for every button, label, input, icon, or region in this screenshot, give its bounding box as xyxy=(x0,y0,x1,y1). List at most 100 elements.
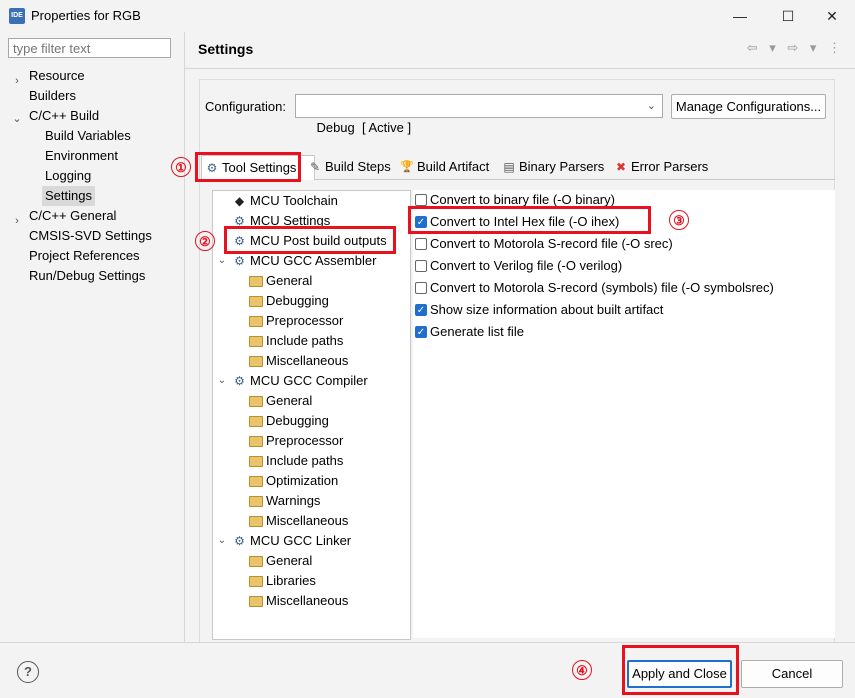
tree-item-label: Miscellaneous xyxy=(266,513,349,528)
option-generate-list-file[interactable]: ✓ Generate list file xyxy=(415,322,524,342)
cancel-button[interactable]: Cancel xyxy=(741,660,843,688)
folder-icon xyxy=(248,494,263,508)
tree-item-label: Debugging xyxy=(266,413,329,428)
option-label: Convert to Verilog file (-O verilog) xyxy=(430,258,623,273)
option-convert-symbolsrec[interactable]: Convert to Motorola S-record (symbols) f… xyxy=(415,278,774,298)
chip-icon: ◆ xyxy=(234,194,245,208)
chevron-right-icon[interactable]: › xyxy=(12,75,22,87)
option-label: Convert to Intel Hex file (-O ihex) xyxy=(430,214,620,229)
tree-item-compiler-warnings[interactable]: Warnings xyxy=(247,491,320,511)
checkbox-checked[interactable]: ✓ xyxy=(415,216,427,228)
folder-icon xyxy=(248,514,263,528)
tree-item-assembler-miscellaneous[interactable]: Miscellaneous xyxy=(247,351,348,371)
tree-item-mcu-gcc-compiler[interactable]: ⚙ MCU GCC Compiler xyxy=(231,371,368,391)
manage-configurations-button[interactable]: Manage Configurations... xyxy=(671,94,826,119)
tree-item-label: Preprocessor xyxy=(266,433,344,448)
folder-icon xyxy=(248,454,263,468)
option-convert-verilog[interactable]: Convert to Verilog file (-O verilog) xyxy=(415,256,622,276)
header-divider xyxy=(185,68,855,69)
help-icon[interactable]: ? xyxy=(17,661,39,683)
option-label: Generate list file xyxy=(430,324,524,339)
option-convert-intel-hex[interactable]: ✓ Convert to Intel Hex file (-O ihex) xyxy=(415,212,619,232)
minimize-button[interactable]: — xyxy=(717,0,763,32)
sidebar-item-project-references[interactable]: Project References xyxy=(29,246,140,266)
page-title: Settings xyxy=(198,41,254,57)
checkbox-unchecked[interactable] xyxy=(415,238,427,250)
history-nav-icons[interactable]: ⇦ ▾ ⇨ ▾ ⋮ xyxy=(747,40,845,56)
sidebar-item-builders[interactable]: Builders xyxy=(29,86,76,106)
sidebar-item-run-debug[interactable]: Run/Debug Settings xyxy=(29,266,145,286)
sidebar-item-logging[interactable]: Logging xyxy=(45,166,91,186)
folder-icon xyxy=(248,274,263,288)
tree-item-compiler-include-paths[interactable]: Include paths xyxy=(247,451,343,471)
chevron-right-icon[interactable]: › xyxy=(12,215,22,227)
sidebar-item-environment[interactable]: Environment xyxy=(45,146,118,166)
option-label: Convert to binary file (-O binary) xyxy=(430,192,615,207)
folder-icon xyxy=(248,574,263,588)
tree-item-label: MCU GCC Compiler xyxy=(250,373,368,388)
folder-icon xyxy=(248,334,263,348)
sidebar-item-build-variables[interactable]: Build Variables xyxy=(45,126,131,146)
sidebar-item-cpp-build[interactable]: C/C++ Build xyxy=(29,106,99,126)
checkbox-checked[interactable]: ✓ xyxy=(415,326,427,338)
tree-item-assembler-general[interactable]: General xyxy=(247,271,312,291)
tree-item-compiler-debugging[interactable]: Debugging xyxy=(247,411,329,431)
chevron-down-icon[interactable]: ⌄ xyxy=(217,371,227,391)
tree-item-compiler-miscellaneous[interactable]: Miscellaneous xyxy=(247,511,348,531)
close-button[interactable]: ✕ xyxy=(809,0,855,32)
tree-item-compiler-optimization[interactable]: Optimization xyxy=(247,471,338,491)
filter-input[interactable] xyxy=(8,38,171,58)
tree-item-assembler-debugging[interactable]: Debugging xyxy=(247,291,329,311)
tab-label: Error Parsers xyxy=(631,159,709,174)
tree-item-label: MCU GCC Assembler xyxy=(250,253,377,268)
chevron-down-icon[interactable]: ⌄ xyxy=(217,531,227,551)
tool-settings-tree: ◆ MCU Toolchain ⚙ MCU Settings ⚙ MCU Pos… xyxy=(212,190,411,640)
tree-item-mcu-toolchain[interactable]: ◆ MCU Toolchain xyxy=(231,191,338,211)
tree-item-compiler-general[interactable]: General xyxy=(247,391,312,411)
tree-item-label: Include paths xyxy=(266,453,344,468)
tree-item-linker-miscellaneous[interactable]: Miscellaneous xyxy=(247,591,348,611)
folder-icon xyxy=(248,414,263,428)
option-label: Show size information about built artifa… xyxy=(430,302,664,317)
tab-build-artifact[interactable]: 🏆 Build Artifact xyxy=(397,155,489,179)
tab-label: Build Artifact xyxy=(417,159,490,174)
tree-item-assembler-preprocessor[interactable]: Preprocessor xyxy=(247,311,343,331)
configuration-label: Configuration: xyxy=(205,99,286,114)
tab-error-parsers[interactable]: ✖ Error Parsers xyxy=(611,155,708,179)
gear-icon: ⚙ xyxy=(234,214,245,228)
option-show-size-info[interactable]: ✓ Show size information about built arti… xyxy=(415,300,663,320)
tab-binary-parsers[interactable]: ▤ Binary Parsers xyxy=(499,155,604,179)
option-convert-srec[interactable]: Convert to Motorola S-record file (-O sr… xyxy=(415,234,673,254)
tree-item-mcu-settings[interactable]: ⚙ MCU Settings xyxy=(231,211,330,231)
tree-item-linker-libraries[interactable]: Libraries xyxy=(247,571,316,591)
option-convert-binary[interactable]: Convert to binary file (-O binary) xyxy=(415,190,615,210)
folder-icon xyxy=(248,314,263,328)
apply-and-close-button[interactable]: Apply and Close xyxy=(627,660,732,688)
tree-item-assembler-include-paths[interactable]: Include paths xyxy=(247,331,343,351)
dialog-footer: ? Apply and Close Cancel xyxy=(0,642,855,698)
tree-item-compiler-preprocessor[interactable]: Preprocessor xyxy=(247,431,343,451)
tree-item-linker-general[interactable]: General xyxy=(247,551,312,571)
post-build-options: Convert to binary file (-O binary) ✓ Con… xyxy=(413,190,835,638)
checkbox-unchecked[interactable] xyxy=(415,260,427,272)
tree-item-mcu-post-build-outputs[interactable]: ⚙ MCU Post build outputs xyxy=(231,231,386,251)
tree-item-mcu-gcc-assembler[interactable]: ⚙ MCU GCC Assembler xyxy=(231,251,376,271)
gear-icon: ⚙ xyxy=(234,374,245,388)
chevron-down-icon[interactable]: ⌄ xyxy=(217,251,227,271)
tab-build-steps[interactable]: ✎ Build Steps xyxy=(305,155,391,179)
folder-icon xyxy=(248,354,263,368)
checkbox-unchecked[interactable] xyxy=(415,282,427,294)
sidebar-item-cpp-general[interactable]: C/C++ General xyxy=(29,206,116,226)
tree-item-label: Optimization xyxy=(266,473,339,488)
tab-tool-settings[interactable]: ⚙ Tool Settings xyxy=(201,155,315,180)
tree-item-mcu-gcc-linker[interactable]: ⚙ MCU GCC Linker xyxy=(231,531,351,551)
configuration-select[interactable]: Debug [ Active ] ⌄ xyxy=(295,94,663,135)
checkbox-checked[interactable]: ✓ xyxy=(415,304,427,316)
chevron-down-icon[interactable]: ⌄ xyxy=(12,112,22,125)
sidebar-item-cmsis-svd[interactable]: CMSIS-SVD Settings xyxy=(29,226,152,246)
checkbox-unchecked[interactable] xyxy=(415,194,427,206)
gear-icon: ⚙ xyxy=(234,254,245,268)
sidebar-item-settings[interactable]: Settings xyxy=(42,186,95,206)
maximize-button[interactable]: ☐ xyxy=(765,0,811,32)
sidebar-item-resource[interactable]: Resource xyxy=(29,66,85,86)
